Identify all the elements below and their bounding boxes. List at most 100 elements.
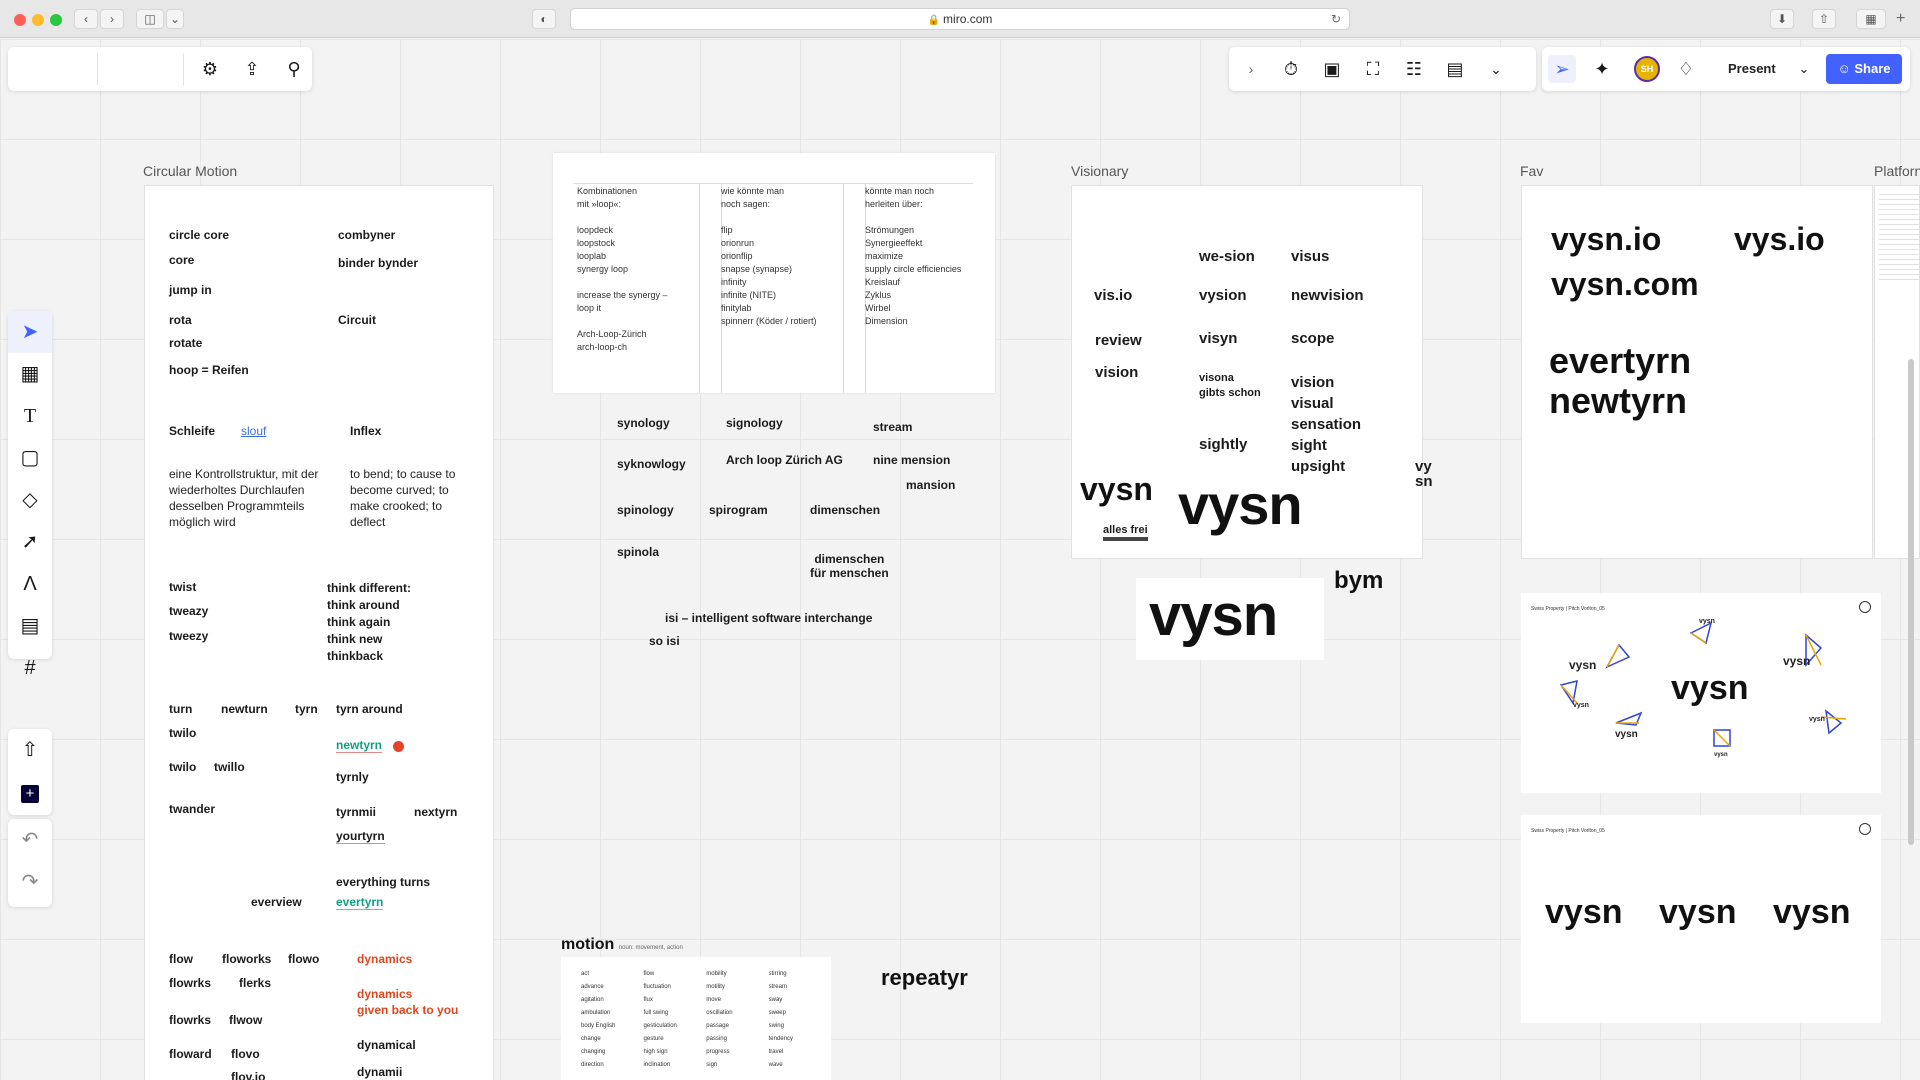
sticky-text[interactable]: circle core — [169, 228, 229, 242]
download-icon[interactable]: ⬇ — [1770, 9, 1794, 29]
timer-icon[interactable]: ⏱ — [1277, 55, 1305, 83]
shield-icon[interactable]: ◐ — [532, 9, 556, 29]
gear-icon[interactable]: ⚙ — [196, 55, 224, 83]
sticky-text[interactable]: binder bynder — [338, 256, 418, 270]
sticky-text[interactable]: vision — [1095, 364, 1138, 381]
present-button[interactable]: Present — [1718, 54, 1790, 84]
sticky-text[interactable]: tweezy — [169, 629, 208, 643]
sticky-text[interactable]: combyner — [338, 228, 395, 242]
sticky-text[interactable]: vy sn — [1415, 459, 1433, 489]
reload-icon[interactable]: ↻ — [1331, 9, 1341, 29]
sticky-text[interactable]: hoop = Reifen — [169, 363, 249, 377]
combinations-column[interactable]: Kombinationen mit »loop«: loopdeck loops… — [577, 185, 668, 354]
sticky-text[interactable]: Inflex — [350, 424, 381, 438]
sticky-text[interactable]: flow — [169, 952, 193, 966]
sticky-text[interactable]: core — [169, 253, 194, 267]
sticky-text[interactable]: twilo — [169, 726, 196, 740]
logo-wordmark-sheet[interactable]: Swiss Property | Pitch Vorlton_05 vysn v… — [1521, 815, 1881, 1023]
sticky-text[interactable]: mansion — [906, 478, 955, 492]
sticky-text[interactable]: newtyrn — [1549, 380, 1687, 422]
logo-sketch-sheet[interactable]: Swiss Property | Pitch Vorlton_05 vysn v… — [1521, 593, 1881, 793]
text-tool-icon[interactable]: T — [8, 395, 52, 437]
sticky-text[interactable]: repeatyr — [881, 965, 968, 991]
sticky-text[interactable]: Arch loop Zürich AG — [726, 453, 843, 467]
sticky-text[interactable]: visona gibts schon — [1199, 371, 1261, 401]
sticky-text[interactable]: nine mension — [873, 453, 950, 467]
add-apps-icon[interactable]: + — [8, 771, 52, 813]
sticky-text[interactable]: dynamii — [357, 1065, 402, 1079]
export-icon[interactable]: ⇪ — [238, 55, 266, 83]
inflex-definition[interactable]: to bend; to cause to become curved; to m… — [350, 466, 462, 530]
select-tool-icon[interactable]: ➤ — [8, 311, 52, 353]
frame-circular-motion[interactable]: circle core combyner core binder bynder … — [144, 185, 494, 1080]
chevron-down-icon[interactable]: ⌄ — [166, 9, 184, 29]
sticky-text[interactable]: everything turns — [336, 875, 430, 889]
motion-title[interactable]: motion noun: movement, action — [561, 936, 683, 954]
calendar-icon[interactable]: ☷ — [1400, 55, 1428, 83]
frame-label-circular-motion[interactable]: Circular Motion — [143, 163, 237, 179]
sticky-text[interactable]: vysn.io — [1551, 221, 1661, 258]
sticky-text[interactable]: dimenschen für menschen — [810, 552, 889, 580]
comment-icon[interactable]: ▤ — [8, 605, 52, 647]
sticky-text[interactable]: vision visual sensation sight upsight — [1291, 372, 1361, 477]
sticky-text[interactable]: flov.io — [231, 1070, 265, 1080]
sticky-text[interactable]: tyrnly — [336, 770, 369, 784]
sticky-text[interactable]: dimenschen — [810, 503, 880, 517]
sticky-text[interactable]: newturn — [221, 702, 268, 716]
sticky-text[interactable]: spirogram — [709, 503, 768, 517]
more-chevrons-icon[interactable]: ⌄ — [1482, 55, 1510, 83]
synonyms-column[interactable]: wie könnte man noch sagen: flip orionrun… — [721, 185, 817, 328]
sticky-text[interactable]: alles frei — [1103, 524, 1148, 541]
sticky-text[interactable]: flwow — [229, 1013, 262, 1027]
sticky-text[interactable]: evertyrn — [1549, 340, 1691, 382]
sticky-note-icon[interactable]: ▢ — [8, 437, 52, 479]
share-page-icon[interactable]: ⇧ — [1812, 9, 1836, 29]
sticky-text[interactable]: scope — [1291, 330, 1334, 347]
sticky-text[interactable]: twilo — [169, 760, 196, 774]
think-list[interactable]: think different: think around think agai… — [327, 580, 411, 665]
sticky-text[interactable]: Circuit — [338, 313, 376, 327]
sticky-text[interactable]: synology — [617, 416, 670, 430]
forward-button[interactable]: › — [100, 9, 124, 29]
board-canvas[interactable]: ⚙ ⇪ ⚲ › ⏱ ▣ ⛶ ☷ ▤ ⌄ ➢ ✦ SH ♢ Present ⌄ ☺… — [0, 39, 1920, 1080]
sticky-text[interactable]: flowrks — [169, 976, 211, 990]
sticky-text[interactable]: vys.io — [1734, 221, 1825, 258]
sticky-text[interactable]: tyrn — [295, 702, 318, 716]
sticky-text[interactable]: flowrks — [169, 1013, 211, 1027]
sticky-text[interactable]: turn — [169, 702, 192, 716]
sticky-text[interactable]: twist — [169, 580, 196, 594]
sticky-text[interactable]: vysn — [1080, 471, 1153, 508]
sticky-text[interactable]: jump in — [169, 283, 212, 297]
sticky-text[interactable]: so isi — [649, 634, 680, 648]
sticky-text[interactable]: twillo — [214, 760, 245, 774]
sticky-text[interactable]: vysn.com — [1551, 266, 1699, 303]
frame-fav[interactable]: vysn.io vys.io vysn.com evertyrn newtyrn — [1521, 185, 1873, 559]
sticky-text[interactable]: vysn — [1178, 472, 1303, 537]
sticky-text[interactable]: flerks — [239, 976, 271, 990]
sticky-text[interactable]: nextyrn — [414, 805, 457, 819]
frame-visionary[interactable]: we-sion visus vis.io vysion newvision re… — [1071, 185, 1423, 559]
focus-icon[interactable]: ⛶ — [1359, 55, 1387, 83]
sticky-text[interactable]: signology — [726, 416, 783, 430]
notes-icon[interactable]: ▤ — [1441, 55, 1469, 83]
sticky-text[interactable]: vysion — [1199, 287, 1247, 304]
window-minimize-button[interactable] — [32, 14, 44, 26]
upload-icon[interactable]: ⇧ — [8, 729, 52, 771]
sticky-text[interactable]: sightly — [1199, 436, 1247, 453]
sticky-text[interactable]: flovo — [231, 1047, 260, 1061]
redo-icon[interactable]: ↷ — [8, 861, 52, 903]
sticky-text[interactable]: tyrn around — [336, 702, 403, 716]
sidebar-toggle-icon[interactable]: ◫ — [136, 9, 164, 29]
loop-combinations-document[interactable]: Kombinationen mit »loop«: loopdeck loops… — [553, 153, 995, 393]
sticky-text[interactable]: newvision — [1291, 287, 1364, 304]
sticky-text[interactable]: visus — [1291, 248, 1329, 265]
board-name-field[interactable] — [14, 53, 98, 85]
celebrate-icon[interactable]: ✦ — [1588, 55, 1616, 83]
sticky-text[interactable]: isi – intelligent software interchange — [665, 611, 872, 625]
sticky-text[interactable]: flowo — [288, 952, 319, 966]
sticky-text[interactable]: spinology — [617, 503, 674, 517]
shapes-icon[interactable]: ◇ — [8, 479, 52, 521]
sticky-text[interactable]: everview — [251, 895, 302, 909]
search-icon[interactable]: ⚲ — [280, 55, 308, 83]
frame-tool-icon[interactable]: # — [8, 647, 52, 689]
